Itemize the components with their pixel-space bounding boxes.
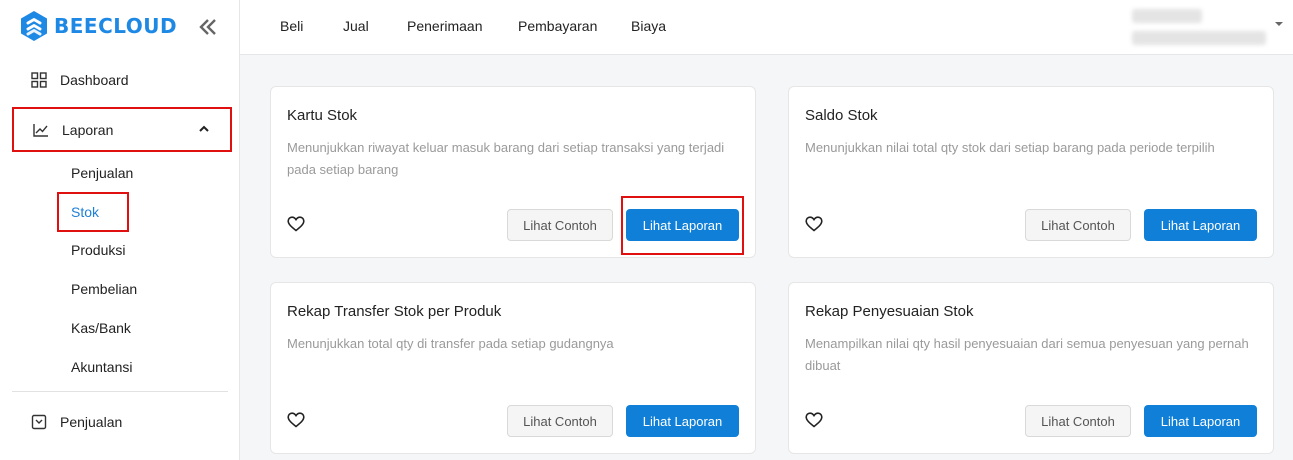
card-title: Rekap Transfer Stok per Produk bbox=[287, 303, 502, 320]
heart-icon[interactable] bbox=[287, 412, 305, 428]
sidebar-item-dashboard[interactable]: Dashboard bbox=[12, 60, 232, 100]
beecloud-logo-icon bbox=[21, 11, 47, 41]
sidebar-subitem-akuntansi[interactable]: Akuntansi bbox=[71, 357, 132, 377]
sidebar-subitem-penjualan[interactable]: Penjualan bbox=[71, 163, 133, 183]
view-report-button[interactable]: Lihat Laporan bbox=[626, 405, 739, 437]
report-card-rekap-transfer-stok: Rekap Transfer Stok per Produk Menunjukk… bbox=[270, 282, 756, 454]
view-example-button[interactable]: Lihat Contoh bbox=[507, 405, 613, 437]
receipt-icon bbox=[30, 413, 48, 431]
view-example-button[interactable]: Lihat Contoh bbox=[507, 209, 613, 241]
view-report-button[interactable]: Lihat Laporan bbox=[1144, 209, 1257, 241]
heart-icon[interactable] bbox=[805, 216, 823, 232]
sidebar: BEECLOUD Dashboard Laporan Penjualan Sto… bbox=[0, 0, 240, 460]
line-chart-icon bbox=[32, 121, 50, 139]
sidebar-item-label: Dashboard bbox=[60, 72, 129, 88]
brand-name: BEECLOUD bbox=[54, 14, 178, 38]
sidebar-subitem-kas-bank[interactable]: Kas/Bank bbox=[71, 318, 131, 338]
highlight-box bbox=[57, 192, 129, 232]
report-card-rekap-penyesuaian-stok: Rekap Penyesuaian Stok Menampilkan nilai… bbox=[788, 282, 1274, 454]
grid-icon bbox=[30, 71, 48, 89]
company-name-redacted bbox=[1132, 31, 1266, 45]
sidebar-subitem-pembelian[interactable]: Pembelian bbox=[71, 279, 137, 299]
view-example-button[interactable]: Lihat Contoh bbox=[1025, 209, 1131, 241]
view-report-button[interactable]: Lihat Laporan bbox=[626, 209, 739, 241]
report-card-kartu-stok: Kartu Stok Menunjukkan riwayat keluar ma… bbox=[270, 86, 756, 258]
card-title: Saldo Stok bbox=[805, 107, 878, 124]
divider bbox=[12, 391, 228, 392]
view-report-button[interactable]: Lihat Laporan bbox=[1144, 405, 1257, 437]
sidebar-item-label: Penjualan bbox=[60, 414, 123, 430]
top-menu-pembayaran[interactable]: Pembayaran bbox=[518, 18, 597, 34]
top-navbar: Beli Jual Penerimaan Pembayaran Biaya bbox=[240, 0, 1293, 55]
card-description: Menunjukkan total qty di transfer pada s… bbox=[287, 336, 614, 351]
top-menu-biaya[interactable]: Biaya bbox=[631, 18, 666, 34]
heart-icon[interactable] bbox=[805, 412, 823, 428]
top-menu-beli[interactable]: Beli bbox=[280, 18, 303, 34]
caret-down-icon[interactable] bbox=[1274, 20, 1284, 28]
card-description: Menunjukkan riwayat keluar masuk barang … bbox=[287, 140, 725, 177]
brand-logo[interactable]: BEECLOUD bbox=[20, 10, 177, 42]
card-description: Menampilkan nilai qty hasil penyesuaian … bbox=[805, 336, 1249, 373]
card-description: Menunjukkan nilai total qty stok dari se… bbox=[805, 140, 1215, 155]
sidebar-item-laporan[interactable]: Laporan bbox=[12, 107, 232, 152]
user-account-menu[interactable] bbox=[1132, 6, 1266, 50]
double-chevron-left-icon[interactable] bbox=[196, 16, 220, 38]
sidebar-item-label: Laporan bbox=[62, 121, 114, 138]
top-menu-jual[interactable]: Jual bbox=[343, 18, 369, 34]
sidebar-item-penjualan[interactable]: Penjualan bbox=[12, 402, 232, 442]
card-title: Kartu Stok bbox=[287, 107, 358, 124]
report-card-saldo-stok: Saldo Stok Menunjukkan nilai total qty s… bbox=[788, 86, 1274, 258]
sidebar-subitem-produksi[interactable]: Produksi bbox=[71, 240, 125, 260]
user-name-redacted bbox=[1132, 9, 1202, 23]
top-menu-penerimaan[interactable]: Penerimaan bbox=[407, 18, 483, 34]
card-title: Rekap Penyesuaian Stok bbox=[805, 303, 974, 320]
chevron-up-icon bbox=[199, 125, 209, 132]
view-example-button[interactable]: Lihat Contoh bbox=[1025, 405, 1131, 437]
heart-icon[interactable] bbox=[287, 216, 305, 232]
